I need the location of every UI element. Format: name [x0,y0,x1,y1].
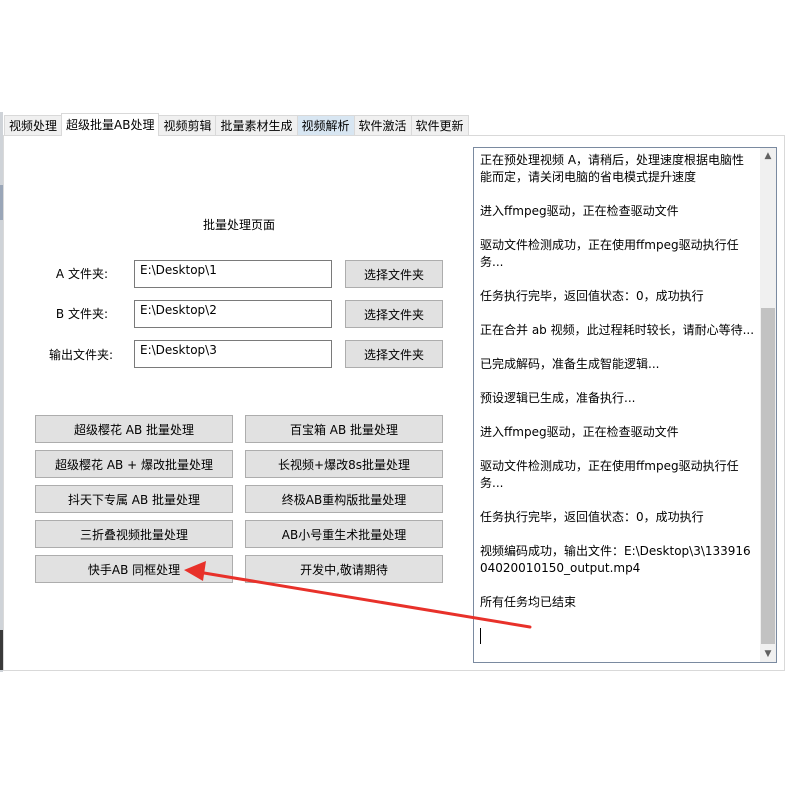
tab-super-batch-ab[interactable]: 超级批量AB处理 [61,113,160,136]
annotation-arrow-line [196,570,532,629]
annotation-arrow-head [184,561,206,581]
